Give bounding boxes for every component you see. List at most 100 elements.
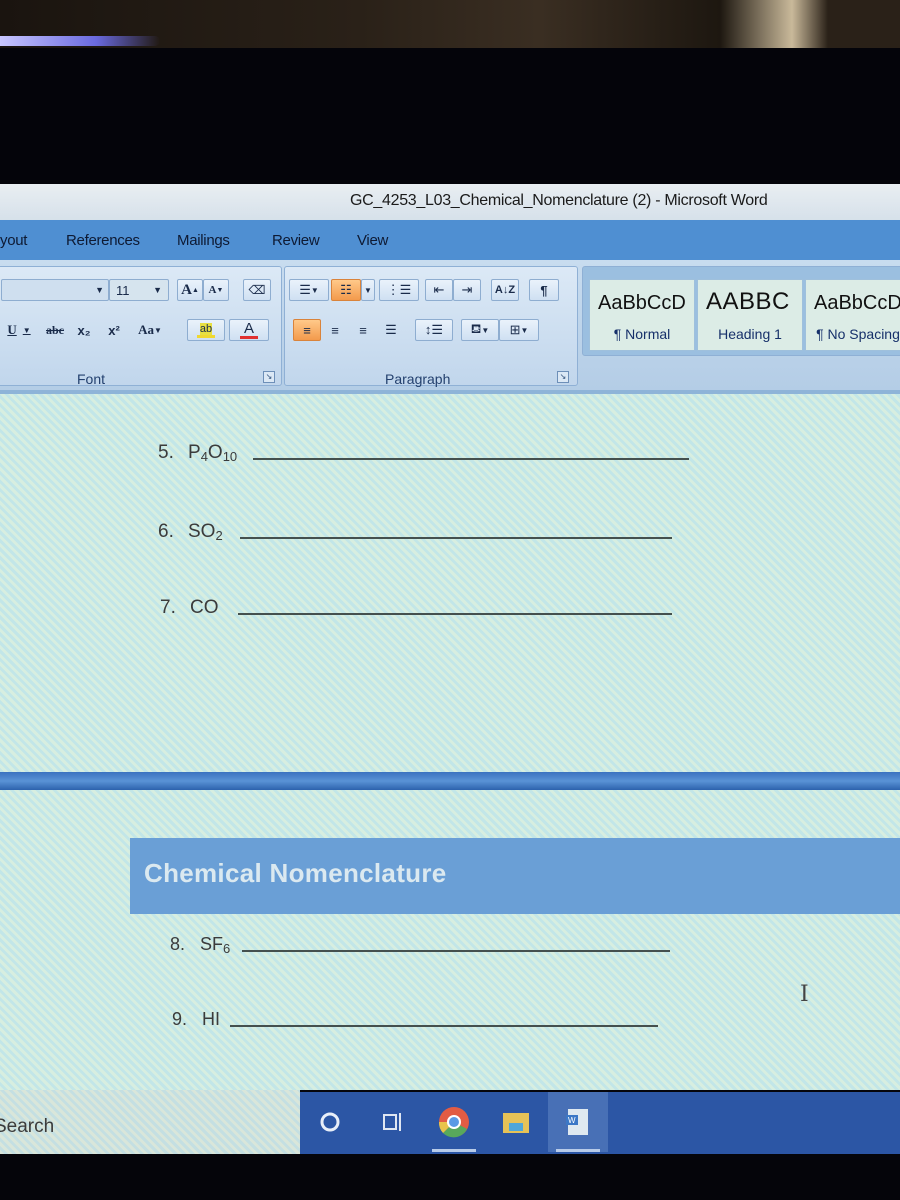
decrease-indent-button[interactable]: ⇤ [425,279,453,301]
page-break-divider [0,772,900,790]
underline-button[interactable]: U ▼ [1,319,37,341]
light-glare [0,36,160,46]
formula-text: CO [190,597,219,618]
tab-references[interactable]: References [66,232,140,249]
monitor-bezel-bottom [0,1154,900,1200]
font-color-bar [240,335,258,339]
justify-icon: ☰ [385,322,397,337]
formula-subscript: 2 [215,528,223,543]
font-color-button[interactable]: A [229,319,269,341]
shrink-font-button[interactable]: A ▼ [203,279,229,301]
paragraph-dialog-launcher-icon[interactable]: ↘ [557,371,569,383]
formula: HI [202,1009,220,1029]
task-view-button[interactable] [362,1092,422,1152]
answer-line-8[interactable] [242,950,670,952]
window-title: GC_4253_L03_Chemical_Nomenclature (2) - … [350,192,768,209]
multilevel-list-button[interactable]: ⋮☰ [379,279,419,301]
answer-line-5[interactable] [253,458,689,460]
chevron-down-icon: ▼ [95,285,104,295]
align-center-icon: ≡ [331,322,339,338]
line-spacing-icon: ↕☰ [424,322,444,337]
sort-button[interactable]: A↓Z [491,279,519,301]
styles-gallery: AaBbCcD ¶ Normal AABBC Heading 1 AaBbCcD… [582,266,900,356]
numbered-list-icon: ☷ [340,282,352,297]
bullets-button[interactable]: ☰ ▼ [289,279,329,301]
style-normal[interactable]: AaBbCcD ¶ Normal [589,279,695,351]
monitor-bezel [0,48,900,184]
question-9: 9. HI [172,1009,220,1029]
word-button[interactable]: W [548,1092,608,1152]
tab-view[interactable]: View [357,232,388,249]
chevron-down-icon: ▼ [153,285,162,295]
word-icon: W [566,1109,588,1135]
superscript-button[interactable]: x² [101,319,127,341]
formula-text: P [188,442,201,463]
subscript-button[interactable]: x₂ [71,319,97,341]
formula-subscript: 10 [222,449,238,464]
numbering-button[interactable]: ☷ [331,279,361,301]
justify-button[interactable]: ☰ [377,319,405,341]
bullet-list-icon: ☰ [299,282,311,297]
tab-review[interactable]: Review [272,232,320,249]
formula: SO2 [188,521,223,543]
show-formatting-marks-button[interactable]: ¶ [529,279,559,301]
taskbar-search[interactable]: Search [0,1090,300,1154]
answer-line-9[interactable] [230,1025,658,1027]
align-right-button[interactable]: ≡ [349,319,377,341]
clear-formatting-button[interactable]: ⌫ [243,279,271,301]
document-page[interactable] [0,394,900,1090]
ribbon: ▼ 11 ▼ A ▲ A ▼ ⌫ U ▼ abc x₂ x² Aa ▼ ab A Fon… [0,260,900,390]
question-6: 6. SO2 [158,521,223,543]
borders-button[interactable]: ⊞ ▼ [499,319,539,341]
search-box-label[interactable]: Search [0,1116,54,1138]
svg-text:W: W [568,1116,576,1125]
formula-text: HI [202,1009,220,1029]
running-indicator [556,1149,600,1152]
folder-icon [503,1113,529,1133]
tab-page-layout[interactable]: yout [0,232,27,249]
paragraph-group: ☰ ▼ ☷ ▼ ⋮☰ ⇤ ⇥ A↓Z ¶ ≡ ≡ ≡ ☰ ↕☰ ⛾ ▼ ⊞ ▼ Par… [284,266,578,387]
font-group: ▼ 11 ▼ A ▲ A ▼ ⌫ U ▼ abc x₂ x² Aa ▼ ab A Fon… [0,266,282,387]
font-name-dropdown[interactable]: ▼ [1,279,109,301]
align-left-button[interactable]: ≡ [293,319,321,341]
question-5: 5. P4O10 [158,442,238,464]
taskbar: W [300,1092,900,1154]
answer-line-6[interactable] [240,537,672,539]
formula-text: SF [200,934,224,954]
indent-icon: ⇥ [461,282,473,297]
style-heading-1[interactable]: AABBC Heading 1 [697,279,803,351]
highlighter-icon: ab [199,322,213,335]
font-dialog-launcher-icon[interactable]: ↘ [263,371,275,383]
paragraph-group-label: Paragraph [385,371,451,387]
text-highlight-button[interactable]: ab [187,319,225,341]
increase-indent-button[interactable]: ⇥ [453,279,481,301]
running-indicator [432,1149,476,1152]
eraser-icon: ⌫ [248,283,266,297]
font-size-dropdown[interactable]: 11 ▼ [109,279,169,301]
grow-font-button[interactable]: A ▲ [177,279,203,301]
numbering-dropdown[interactable]: ▼ [361,279,375,301]
line-spacing-button[interactable]: ↕☰ [415,319,453,341]
formula: SF6 [200,934,230,956]
chrome-icon [438,1107,469,1138]
ribbon-tabs: yout References Mailings Review View [0,220,900,260]
font-size-value: 11 [116,282,130,298]
title-bar: GC_4253_L03_Chemical_Nomenclature (2) - … [0,184,900,220]
cortana-icon [320,1112,340,1132]
highlight-color-bar [197,334,215,338]
multilevel-list-icon: ⋮☰ [386,282,412,297]
paint-bucket-icon: ⛾ [470,321,482,336]
outdent-icon: ⇤ [433,282,445,297]
cortana-button[interactable] [300,1092,360,1152]
change-case-button[interactable]: Aa ▼ [129,319,171,341]
formula-text: SO [188,521,216,542]
align-center-button[interactable]: ≡ [321,319,349,341]
align-left-icon: ≡ [303,322,311,338]
chrome-button[interactable] [424,1092,484,1152]
tab-mailings[interactable]: Mailings [177,232,230,249]
style-no-spacing[interactable]: AaBbCcD ¶ No Spacing [805,279,900,351]
file-explorer-button[interactable] [486,1092,546,1152]
strikethrough-button[interactable]: abc [41,319,69,341]
shading-button[interactable]: ⛾ ▼ [461,319,499,341]
answer-line-7[interactable] [238,613,672,615]
